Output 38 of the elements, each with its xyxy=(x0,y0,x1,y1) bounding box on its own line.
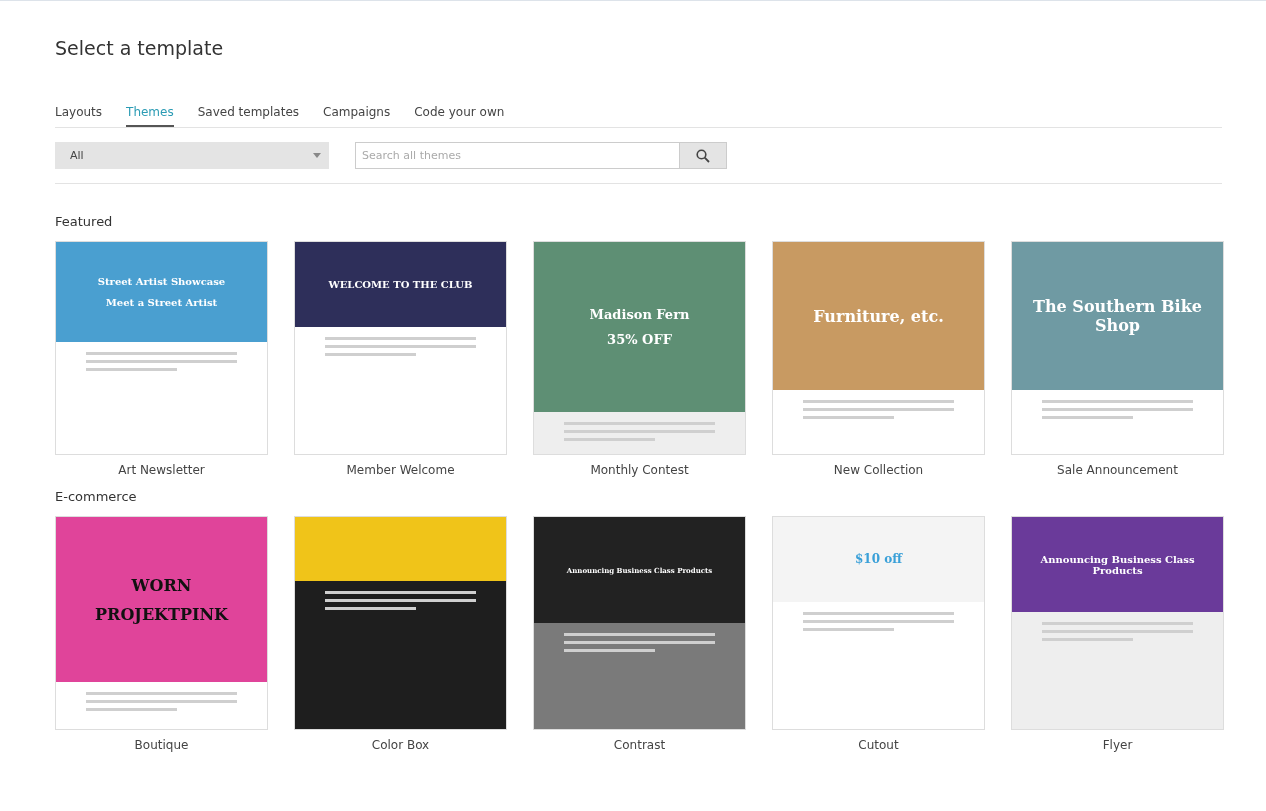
section-heading: Featured xyxy=(55,214,114,229)
template-name: Boutique xyxy=(133,738,190,752)
preview-text: The Southern Bike Shop xyxy=(1032,297,1203,336)
preview-text: Madison Fern xyxy=(589,306,690,322)
template-name: New Collection xyxy=(832,463,925,477)
preview-text: Furniture, etc. xyxy=(813,306,944,326)
tab[interactable]: Saved templates xyxy=(197,105,299,127)
template-preview[interactable]: Announcing Business Class Products xyxy=(1011,516,1224,730)
template-name: Art Newsletter xyxy=(117,463,206,477)
template-name: Contrast xyxy=(612,738,667,752)
preview-text: WELCOME TO THE CLUB xyxy=(328,278,473,290)
preview-text: PROJEKTPINK xyxy=(95,604,228,624)
caret-icon xyxy=(313,153,321,158)
template-preview[interactable]: WELCOME TO THE CLUB xyxy=(294,241,507,455)
section-heading: E-commerce xyxy=(55,489,138,504)
preview-text: Announcing Business Class Products xyxy=(1039,553,1196,576)
search-field[interactable]: Search all themes xyxy=(355,142,680,169)
template-preview[interactable]: WORN PROJEKTPINK xyxy=(55,516,268,730)
preview-text: 35% OFF xyxy=(607,331,672,347)
template-name: Sale Announcement xyxy=(1056,463,1179,477)
search-icon xyxy=(696,148,710,163)
template-name: Cutout xyxy=(857,738,900,752)
preview-text: $10 off xyxy=(854,552,903,567)
template-preview[interactable]: Madison Fern 35% OFF xyxy=(533,241,746,455)
preview-text: WORN xyxy=(131,575,192,595)
page-title: Select a template xyxy=(55,37,225,59)
tab[interactable]: Campaigns xyxy=(323,105,391,127)
template-name: Color Box xyxy=(370,738,431,752)
template-preview[interactable] xyxy=(294,516,507,730)
template-name: Monthly Contest xyxy=(589,463,690,477)
preview-text: Street Artist Showcase xyxy=(97,275,226,287)
template-name: Member Welcome xyxy=(345,463,456,477)
tab[interactable]: Code your own xyxy=(414,105,505,127)
search-button[interactable] xyxy=(680,142,727,169)
tab[interactable]: Layouts xyxy=(55,105,103,127)
category-dropdown[interactable]: All xyxy=(55,142,329,169)
preview-text: Meet a Street Artist xyxy=(105,296,218,308)
template-name: Flyer xyxy=(1101,738,1134,752)
